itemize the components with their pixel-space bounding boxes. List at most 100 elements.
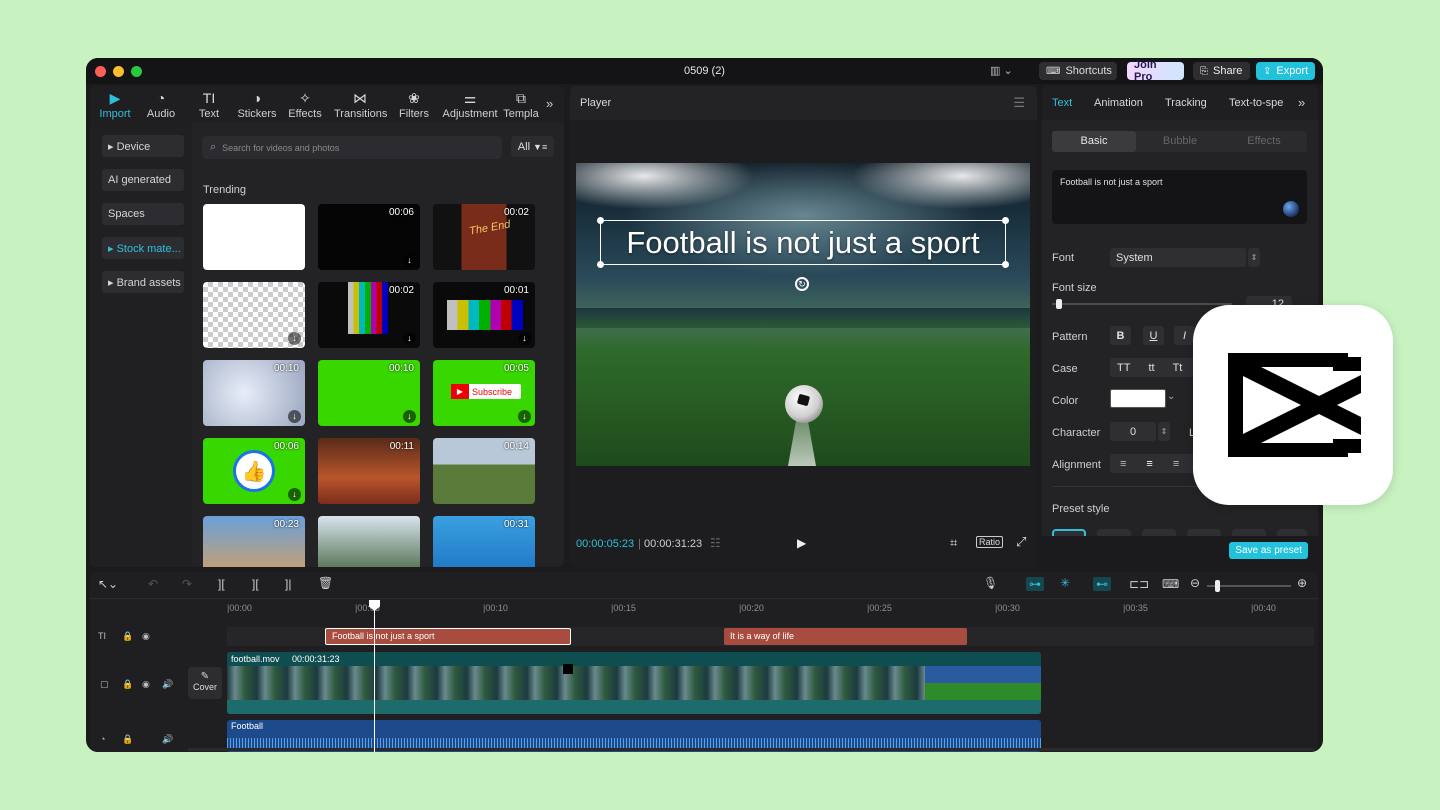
media-thumb[interactable]: 00:31 bbox=[433, 516, 535, 567]
text-overlay-box[interactable]: Football is not just a sport bbox=[597, 217, 1009, 268]
resize-handle[interactable] bbox=[597, 261, 604, 268]
color-swatch[interactable] bbox=[1110, 389, 1166, 408]
filter-button[interactable]: All ▼≡ bbox=[511, 136, 554, 157]
subtab-bubble[interactable]: Bubble bbox=[1138, 131, 1222, 152]
delete-icon[interactable]: 🗑 bbox=[318, 576, 333, 590]
volume-icon[interactable]: 🔊 bbox=[162, 679, 173, 690]
media-thumb[interactable]: 00:01 ↓ bbox=[433, 282, 535, 348]
titlecase-button[interactable]: Tt bbox=[1173, 362, 1183, 374]
sidebar-item-brand-assets[interactable]: ▸ Brand assets bbox=[102, 271, 184, 293]
tab-stickers[interactable]: ◑ Stickers bbox=[232, 90, 282, 120]
ratio-button[interactable]: Ratio bbox=[976, 536, 1004, 548]
player-menu-icon[interactable]: ☰ bbox=[1013, 95, 1025, 111]
italic-button[interactable]: I bbox=[1174, 326, 1195, 345]
download-icon[interactable]: ↓ bbox=[403, 254, 416, 267]
tab-templates[interactable]: ⧉ Templa bbox=[498, 90, 544, 120]
fullscreen-icon[interactable]: ⤢ bbox=[1016, 534, 1026, 550]
media-thumb[interactable]: 00:02 ↓ bbox=[318, 282, 420, 348]
lock-icon[interactable]: 🔒 bbox=[122, 631, 133, 642]
align-left-icon[interactable]: ≡ bbox=[1120, 458, 1126, 470]
tab-text-to-speech[interactable]: Text-to-spe bbox=[1229, 97, 1293, 109]
video-clip[interactable]: football.mov 00:00:31:23 bbox=[227, 652, 1041, 714]
tab-audio[interactable]: ◔ Audio bbox=[136, 90, 186, 120]
zoom-out-icon[interactable]: ⊖ bbox=[1190, 576, 1200, 590]
playhead[interactable] bbox=[369, 600, 380, 752]
media-thumb[interactable]: 00:10 ↓ bbox=[203, 360, 305, 426]
subtab-basic[interactable]: Basic bbox=[1052, 131, 1136, 152]
download-icon[interactable]: ↓ bbox=[288, 488, 301, 501]
media-thumb[interactable]: 00:14 bbox=[433, 438, 535, 504]
layout-icon[interactable]: ▥ ⌄ bbox=[990, 64, 1013, 77]
slider-handle[interactable] bbox=[1215, 580, 1220, 592]
tab-filters[interactable]: ❀ Filters bbox=[389, 90, 439, 120]
select-cursor-icon[interactable]: ↖︎⌄ bbox=[98, 577, 118, 591]
media-thumb[interactable]: 00:05 ▶ Subscribe ↓ bbox=[433, 360, 535, 426]
play-icon[interactable]: ▶ bbox=[797, 536, 806, 550]
character-spacing-input[interactable]: 0 bbox=[1110, 422, 1156, 441]
eye-icon[interactable]: ◉ bbox=[142, 631, 150, 642]
resize-handle[interactable] bbox=[1002, 261, 1009, 268]
zoom-slider[interactable] bbox=[1207, 580, 1291, 592]
font-stepper-icon[interactable]: ⇕ bbox=[1248, 248, 1260, 267]
download-icon[interactable]: ↓ bbox=[518, 332, 531, 345]
tab-text[interactable]: TI Text bbox=[184, 90, 234, 120]
sidebar-item-stock-material[interactable]: ▸ Stock mate... bbox=[102, 237, 184, 259]
underline-button[interactable]: U bbox=[1143, 326, 1164, 345]
tab-tracking[interactable]: Tracking bbox=[1165, 97, 1207, 109]
split-screen-icon[interactable]: ⊏⊐ bbox=[1129, 577, 1149, 591]
more-tabs-icon[interactable]: » bbox=[1298, 95, 1305, 110]
share-button[interactable]: ⎘ Share bbox=[1193, 62, 1250, 80]
snap-icon[interactable]: ✳ bbox=[1060, 576, 1070, 590]
resize-handle[interactable] bbox=[597, 217, 604, 224]
join-pro-button[interactable]: Join Pro bbox=[1127, 59, 1184, 83]
video-preview[interactable] bbox=[576, 163, 1030, 466]
align-center-icon[interactable]: ≡ bbox=[1146, 458, 1152, 470]
sidebar-item-device[interactable]: ▸ Device bbox=[102, 135, 184, 157]
media-thumb[interactable] bbox=[318, 516, 420, 567]
text-clip[interactable]: It is a way of life bbox=[724, 628, 967, 645]
lowercase-button[interactable]: tt bbox=[1148, 362, 1154, 374]
undo-icon[interactable]: ↶ bbox=[148, 577, 158, 591]
search-box[interactable]: ⌕ Search for videos and photos bbox=[202, 136, 502, 159]
export-button[interactable]: ⇪ Export bbox=[1256, 62, 1315, 80]
minimize-window-button[interactable] bbox=[113, 66, 124, 77]
media-thumb[interactable]: 00:02 The End bbox=[433, 204, 535, 270]
tab-adjustment[interactable]: ⚌ Adjustment bbox=[441, 90, 499, 120]
rotate-handle-icon[interactable]: ↻ bbox=[795, 277, 809, 291]
text-clip[interactable]: Football is not just a sport bbox=[325, 628, 571, 645]
media-thumb[interactable]: 00:11 bbox=[318, 438, 420, 504]
lock-icon[interactable]: 🔒 bbox=[122, 679, 133, 690]
tab-transitions[interactable]: ⋈ Transitions bbox=[334, 90, 387, 120]
align-right-icon[interactable]: ≡ bbox=[1173, 458, 1179, 470]
time-ruler[interactable]: |00:00 |00:05 |00:10 |00:15 |00:20 |00:2… bbox=[227, 599, 1318, 617]
character-stepper-icon[interactable]: ⇕ bbox=[1158, 422, 1170, 441]
zoom-in-icon[interactable]: ⊕ bbox=[1297, 576, 1307, 590]
redo-icon[interactable]: ↷ bbox=[182, 577, 192, 591]
timeline-scrollbar[interactable] bbox=[188, 748, 1314, 751]
microphone-icon[interactable]: 🎙 bbox=[983, 576, 998, 590]
subtab-effects[interactable]: Effects bbox=[1222, 131, 1306, 152]
bold-button[interactable]: B bbox=[1110, 326, 1131, 345]
download-icon[interactable]: ↓ bbox=[288, 332, 301, 345]
media-thumb[interactable]: 00:06 ↓ bbox=[318, 204, 420, 270]
resize-handle[interactable] bbox=[1002, 217, 1009, 224]
timeline-grid-icon[interactable]: ☷ bbox=[710, 536, 721, 550]
media-thumb[interactable]: 00:23 bbox=[203, 516, 305, 567]
tab-import[interactable]: ▶︎ Import bbox=[90, 90, 140, 120]
save-as-preset-button[interactable]: Save as preset bbox=[1229, 542, 1308, 559]
more-tabs-icon[interactable]: » bbox=[546, 96, 553, 111]
text-content-field[interactable]: Football is not just a sport bbox=[1052, 170, 1307, 224]
download-icon[interactable]: ↓ bbox=[518, 410, 531, 423]
ai-writer-icon[interactable] bbox=[1283, 201, 1299, 217]
close-window-button[interactable] bbox=[95, 66, 106, 77]
screenshot-icon[interactable]: ⌗ bbox=[950, 535, 957, 551]
trim-right-icon[interactable]: ]| bbox=[285, 577, 291, 591]
download-icon[interactable]: ↓ bbox=[403, 410, 416, 423]
cover-button[interactable]: ✎ Cover bbox=[188, 667, 222, 699]
volume-icon[interactable]: 🔊 bbox=[162, 734, 173, 745]
download-icon[interactable]: ↓ bbox=[403, 332, 416, 345]
text-overlay[interactable]: Football is not just a sport bbox=[626, 225, 979, 261]
slider-handle[interactable] bbox=[1056, 299, 1062, 309]
tab-effects[interactable]: ✧ Effects bbox=[280, 90, 330, 120]
zoom-window-button[interactable] bbox=[131, 66, 142, 77]
